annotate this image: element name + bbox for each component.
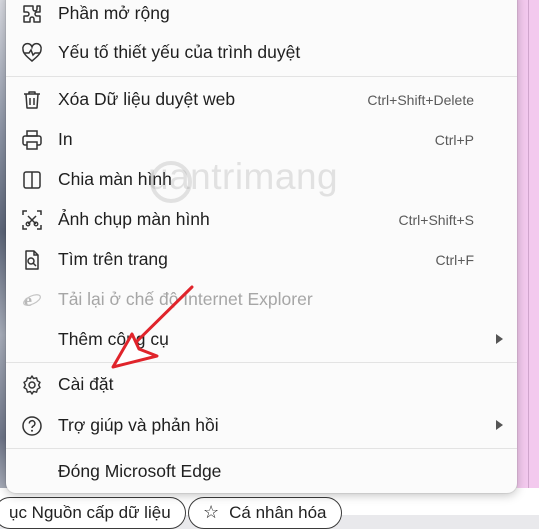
ie-icon: e	[21, 289, 43, 311]
menu-item-clear-browsing-data[interactable]: Xóa Dữ liệu duyệt web Ctrl+Shift+Delete	[6, 80, 517, 120]
menu-item-shortcut: Ctrl+Shift+Delete	[367, 92, 474, 108]
find-page-icon	[21, 249, 43, 271]
puzzle-icon	[21, 3, 43, 25]
menu-item-label: Đóng Microsoft Edge	[58, 461, 222, 481]
chevron-right-icon	[496, 334, 503, 344]
feed-pill-label: ục Nguồn cấp dữ liệu	[9, 503, 171, 522]
menu-item-extensions[interactable]: Phần mở rộng	[6, 0, 517, 34]
menu-item-print[interactable]: In Ctrl+P	[6, 120, 517, 160]
star-icon: ☆	[203, 502, 220, 522]
menu-item-label: Thêm công cụ	[58, 329, 169, 349]
menu-item-label: Phần mở rộng	[58, 3, 170, 23]
menu-item-label: Cài đặt	[58, 374, 114, 394]
menu-separator	[6, 362, 517, 363]
settings-menu: Phần mở rộng Yếu tố thiết yếu của trình …	[6, 0, 517, 493]
menu-item-label: Trợ giúp và phản hồi	[58, 415, 219, 435]
menu-item-label: Tải lại ở chế độ Internet Explorer	[58, 289, 313, 309]
menu-separator	[6, 448, 517, 449]
chevron-right-icon	[496, 420, 503, 430]
menu-item-split-screen[interactable]: Chia màn hình	[6, 160, 517, 200]
menu-item-ie-mode: e Tải lại ở chế độ Internet Explorer	[6, 280, 517, 320]
menu-item-label: Ảnh chụp màn hình	[58, 209, 210, 229]
menu-item-label: In	[58, 129, 73, 149]
watermark-logo-icon	[150, 161, 192, 203]
feed-pill[interactable]: ục Nguồn cấp dữ liệu	[0, 497, 186, 529]
background-right-line	[528, 0, 529, 515]
menu-item-close-edge[interactable]: Đóng Microsoft Edge	[6, 452, 517, 492]
menu-item-label: Tìm trên trang	[58, 249, 168, 269]
printer-icon	[21, 129, 43, 151]
menu-item-shortcut: Ctrl+P	[434, 132, 474, 148]
menu-item-browser-essentials[interactable]: Yếu tố thiết yếu của trình duyệt	[6, 33, 517, 73]
personalize-pill-label: Cá nhân hóa	[229, 503, 327, 522]
gear-icon	[21, 374, 43, 396]
menu-item-label: Xóa Dữ liệu duyệt web	[58, 89, 236, 109]
screenshot-icon	[21, 209, 43, 231]
heart-pulse-icon	[21, 42, 43, 64]
menu-item-label: Yếu tố thiết yếu của trình duyệt	[58, 42, 301, 62]
menu-item-shortcut: Ctrl+F	[435, 252, 475, 268]
help-icon	[21, 415, 43, 437]
menu-item-screenshot[interactable]: Ảnh chụp màn hình Ctrl+Shift+S	[6, 200, 517, 240]
menu-item-find-on-page[interactable]: Tìm trên trang Ctrl+F	[6, 240, 517, 280]
split-screen-icon	[21, 169, 43, 191]
menu-item-more-tools[interactable]: Thêm công cụ	[6, 320, 517, 360]
menu-item-settings[interactable]: Cài đặt	[6, 365, 517, 405]
personalize-pill[interactable]: ☆ Cá nhân hóa	[188, 497, 342, 529]
trash-icon	[21, 89, 43, 111]
menu-separator	[6, 76, 517, 77]
menu-item-help-feedback[interactable]: Trợ giúp và phản hồi	[6, 406, 517, 446]
menu-item-shortcut: Ctrl+Shift+S	[398, 212, 474, 228]
